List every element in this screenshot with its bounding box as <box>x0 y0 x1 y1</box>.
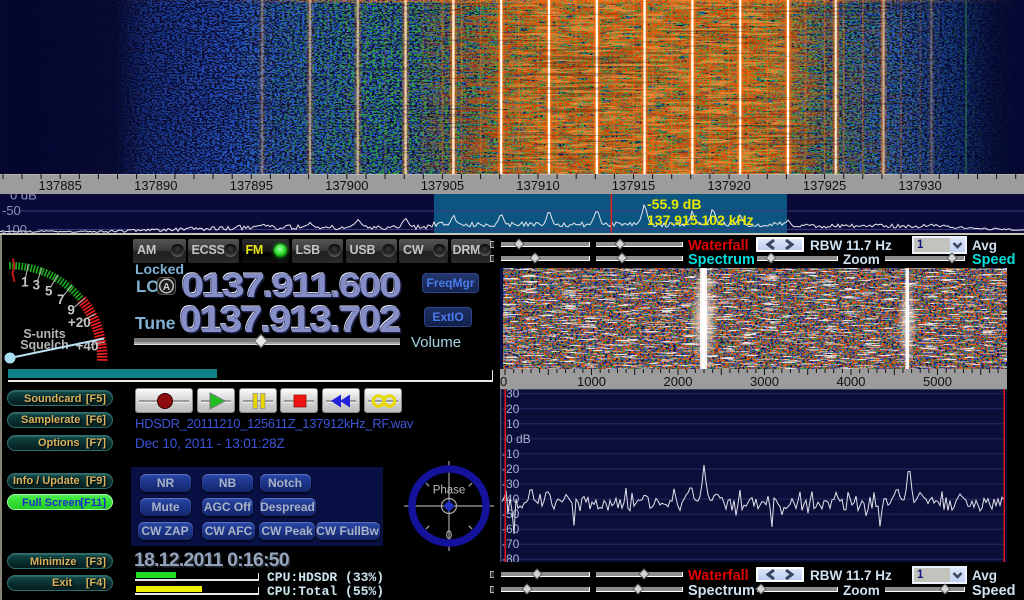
svg-text:Phase: Phase <box>433 485 466 497</box>
svg-text:137885: 137885 <box>39 178 82 193</box>
svg-text:0: 0 <box>500 374 507 389</box>
svg-text:137890: 137890 <box>134 178 177 193</box>
svg-text:137905: 137905 <box>421 178 464 193</box>
svg-text:30: 30 <box>506 389 520 401</box>
svg-text:4000: 4000 <box>837 374 866 389</box>
svg-text:137900: 137900 <box>325 178 368 193</box>
svg-text:137.915.102 kHz: 137.915.102 kHz <box>647 212 754 228</box>
svg-text:3000: 3000 <box>750 374 779 389</box>
svg-text:137915: 137915 <box>612 178 655 193</box>
svg-text:0 dB: 0 dB <box>506 432 531 446</box>
svg-text:0137.911.600: 0137.911.600 <box>182 270 401 302</box>
svg-text:-55.9 dB: -55.9 dB <box>647 196 701 212</box>
svg-text:A: A <box>163 282 170 293</box>
svg-text:+20: +20 <box>68 315 91 330</box>
svg-text:137910: 137910 <box>516 178 559 193</box>
svg-text:7: 7 <box>57 292 65 307</box>
svg-text:137925: 137925 <box>803 178 846 193</box>
svg-text:10: 10 <box>506 417 520 431</box>
svg-text:137920: 137920 <box>707 178 750 193</box>
svg-text:2000: 2000 <box>664 374 693 389</box>
svg-text:3: 3 <box>32 278 40 293</box>
svg-text:1: 1 <box>21 274 29 289</box>
svg-text:1000: 1000 <box>577 374 606 389</box>
svg-text:0137.913.702: 0137.913.702 <box>180 303 401 337</box>
svg-text:5000: 5000 <box>923 374 952 389</box>
svg-text:-50: -50 <box>2 203 21 218</box>
svg-text:20: 20 <box>506 402 520 416</box>
svg-text:137930: 137930 <box>898 178 941 193</box>
svg-text:0: 0 <box>446 530 452 542</box>
svg-text:5: 5 <box>45 283 53 298</box>
svg-text:0 dB: 0 dB <box>10 194 37 203</box>
svg-text:137895: 137895 <box>230 178 273 193</box>
